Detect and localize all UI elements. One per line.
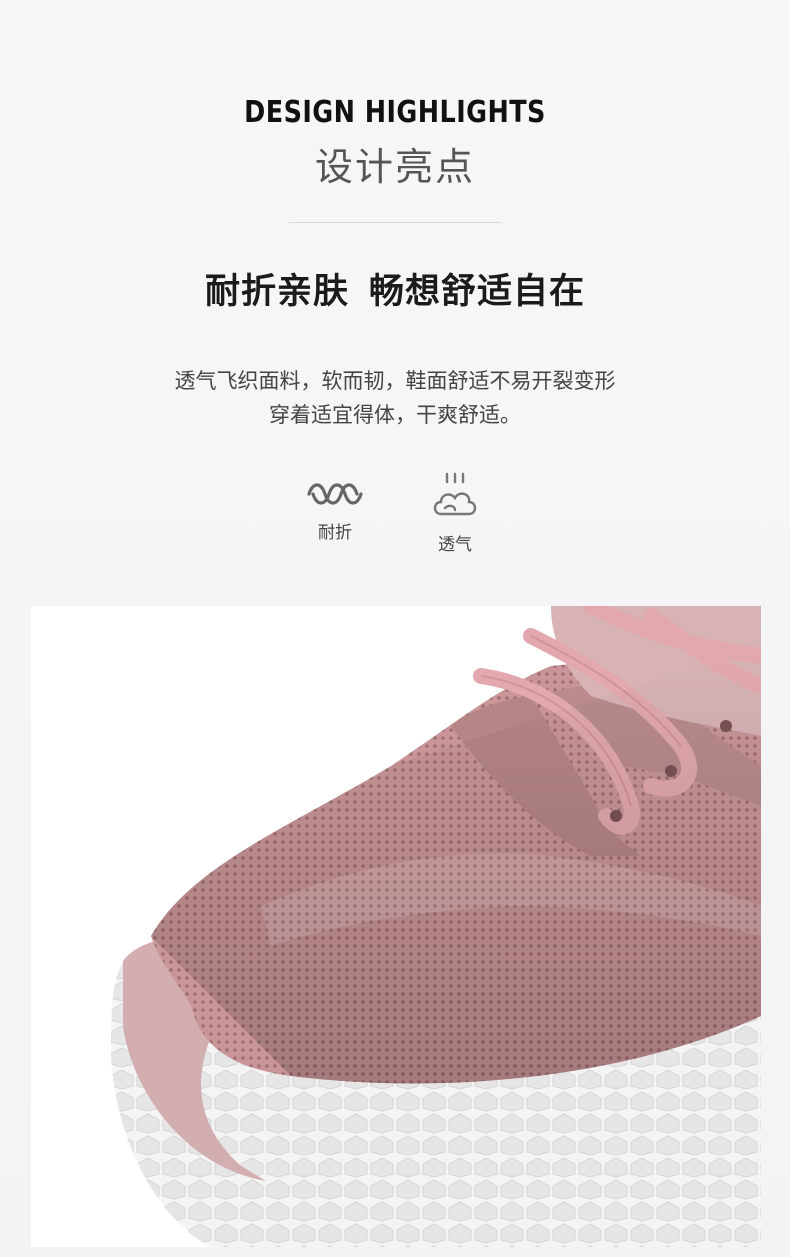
product-detail-page: DESIGN HIGHLIGHTS 设计亮点 耐折亲肤 畅想舒适自在 透气飞织面料… [0,0,790,1257]
feature-item-breathable: 透气 [405,470,505,555]
section-subtitle: 设计亮点 [314,145,475,189]
flex-wave-icon [307,483,363,505]
feature-headline: 耐折亲肤 畅想舒适自在 [0,275,790,310]
headline-part-2: 畅想舒适自在 [369,272,586,312]
description-line-1: 透气飞织面料，软而韧，鞋面舒适不易开裂变形 [174,369,616,393]
feature-label-flex: 耐折 [318,523,352,543]
breathable-cloud-icon [433,472,477,516]
feature-icons: 耐折 透气 [0,470,790,570]
feature-description: 透气飞织面料，软而韧，鞋面舒适不易开裂变形 穿着适宜得体，干爽舒适。 [0,364,790,432]
section-header: DESIGN HIGHLIGHTS 设计亮点 [0,95,790,189]
feature-label-breathable: 透气 [438,535,472,555]
feature-item-flex: 耐折 [285,478,385,543]
description-line-2: 穿着适宜得体，干爽舒适。 [269,403,521,427]
header-divider [289,222,501,223]
headline-part-1: 耐折亲肤 [204,272,349,312]
product-photo [31,606,761,1247]
section-eyebrow: DESIGN HIGHLIGHTS [244,95,546,130]
shoe-illustration [111,606,761,1247]
